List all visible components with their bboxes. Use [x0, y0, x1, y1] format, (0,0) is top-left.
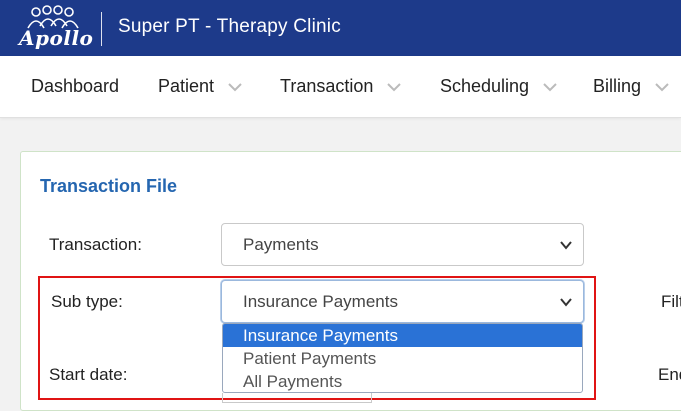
nav-dashboard-label: Dashboard — [31, 76, 120, 96]
nav-dashboard[interactable]: Dashboard — [31, 76, 119, 97]
nav-transaction[interactable]: Transaction — [280, 76, 403, 97]
start-date-label: Start date: — [49, 365, 128, 384]
panel-title: Transaction File — [40, 176, 178, 196]
main-nav: Dashboard Patient Transaction Scheduling… — [0, 56, 681, 118]
nav-scheduling[interactable]: Scheduling — [440, 76, 559, 97]
transaction-select[interactable]: Payments — [221, 223, 584, 266]
filter-label: Filt — [661, 292, 681, 311]
subtype-select-value: Insurance Payments — [243, 292, 398, 311]
nav-scheduling-label: Scheduling — [440, 76, 530, 96]
chevron-down-icon — [560, 298, 572, 307]
nav-transaction-label: Transaction — [280, 76, 374, 96]
chevron-down-icon — [560, 241, 572, 250]
nav-billing[interactable]: Billing — [593, 76, 671, 97]
clinic-name: Super PT - Therapy Clinic — [118, 16, 341, 37]
nav-patient[interactable]: Patient — [158, 76, 244, 97]
chevron-down-icon — [387, 82, 402, 91]
top-header: Apollo Super PT - Therapy Clinic — [0, 0, 681, 56]
option-insurance-payments[interactable]: Insurance Payments — [223, 324, 582, 347]
header-divider — [101, 12, 102, 46]
transaction-label: Transaction: — [49, 235, 142, 254]
subtype-dropdown-list: Insurance Payments Patient Payments All … — [222, 323, 583, 393]
chevron-down-icon — [543, 82, 557, 91]
option-all-payments[interactable]: All Payments — [223, 370, 582, 392]
chevron-down-icon — [228, 82, 242, 91]
subtype-label: Sub type: — [51, 292, 123, 311]
subtype-select[interactable]: Insurance Payments — [221, 280, 584, 323]
end-date-label: End — [658, 365, 681, 384]
nav-patient-label: Patient — [158, 76, 215, 96]
option-patient-payments[interactable]: Patient Payments — [223, 347, 582, 370]
chevron-down-icon — [655, 82, 669, 91]
transaction-select-value: Payments — [243, 235, 319, 254]
nav-billing-label: Billing — [593, 76, 642, 96]
logo-text: Apollo — [19, 26, 94, 50]
